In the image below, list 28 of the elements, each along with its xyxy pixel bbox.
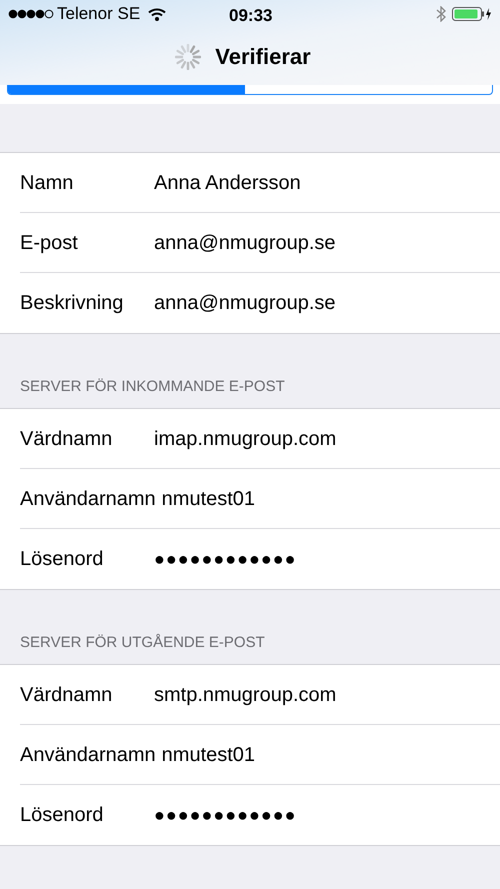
input-field[interactable]: ●●●●●●●●●●●● (154, 546, 296, 572)
field-label: E-post (20, 230, 79, 256)
field-label: Användarnamn (20, 742, 157, 768)
status-time: 09:33 (229, 5, 272, 27)
loading-spinner-icon (175, 44, 202, 70)
input-field[interactable]: nmutest01 (162, 484, 256, 514)
input-field[interactable]: Anna Andersson (154, 168, 301, 198)
bluetooth-icon (436, 6, 446, 22)
carrier-name: Telenor SE (57, 3, 140, 26)
input-field[interactable]: nmutest01 (162, 740, 256, 770)
input-field[interactable]: imap.nmugroup.com (154, 424, 336, 454)
signal-icon (8, 9, 54, 19)
battery-charging-icon (452, 6, 492, 22)
field-label: Lösenord (20, 803, 104, 828)
input-field[interactable]: anna@nmugroup.se (154, 288, 336, 318)
input-field[interactable]: anna@nmugroup.se (154, 228, 336, 258)
nav-title: Verifierar (215, 43, 311, 71)
input-field[interactable]: smtp.nmugroup.com (154, 680, 336, 710)
field-label: Värdnamn (20, 682, 114, 708)
field-label: Lösenord (20, 547, 104, 572)
field-label: Användarnamn (20, 486, 157, 512)
field-label: Beskrivning (20, 291, 124, 316)
field-label: Namn (20, 170, 74, 196)
input-field[interactable]: ●●●●●●●●●●●● (154, 802, 296, 828)
field-label: Värdnamn (20, 426, 114, 452)
section-header: SERVER FÖR UTGÅENDE E-POST (20, 632, 265, 652)
wifi-icon (148, 8, 166, 20)
section-header: SERVER FÖR INKOMMANDE E-POST (20, 376, 285, 396)
